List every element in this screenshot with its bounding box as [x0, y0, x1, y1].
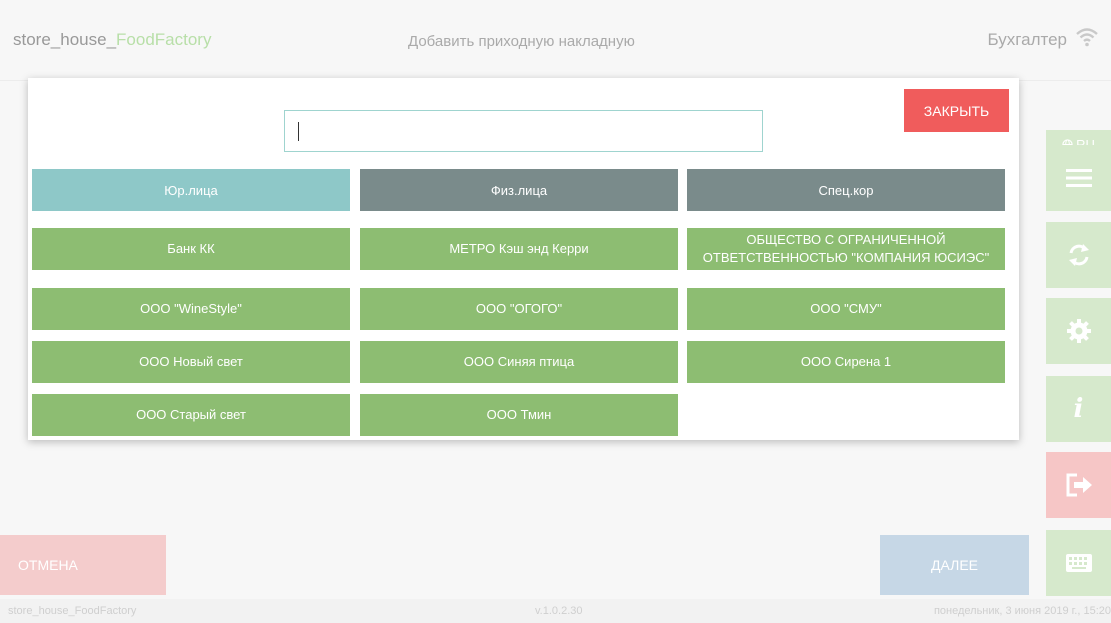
wifi-icon	[1076, 28, 1098, 47]
status-bar: store_house_FoodFactory v.1.0.2.30 понед…	[0, 599, 1111, 623]
close-button[interactable]: ЗАКРЫТЬ	[904, 89, 1009, 132]
settings-button[interactable]	[1046, 298, 1111, 364]
footer-app-name: store_house_FoodFactory	[8, 605, 137, 617]
user-role: Бухгалтер	[987, 30, 1068, 49]
supplier-picker-dialog: ЗАКРЫТЬ Юр.лица Физ.лица Спец.кор Банк К…	[28, 78, 1019, 440]
app-title-accent: FoodFactory	[116, 30, 212, 49]
company-item[interactable]: ООО "ОГОГО"	[360, 288, 678, 330]
company-item[interactable]: ООО Старый свет	[32, 394, 350, 436]
keyboard-icon	[1065, 554, 1092, 572]
screen-title: Добавить приходную накладную	[408, 33, 635, 50]
company-item[interactable]: ОБЩЕСТВО С ОГРАНИЧЕННОЙ ОТВЕТСТВЕННОСТЬЮ…	[687, 228, 1005, 270]
next-button[interactable]: ДАЛЕЕ	[880, 535, 1029, 595]
company-item[interactable]: ООО "СМУ"	[687, 288, 1005, 330]
company-item[interactable]: Банк КК	[32, 228, 350, 270]
tab-special-correspondent[interactable]: Спец.кор	[687, 169, 1005, 211]
company-item[interactable]: ООО Сирена 1	[687, 341, 1005, 383]
footer-datetime: понедельник, 3 июня 2019 г., 15:20	[933, 605, 1111, 617]
sync-icon	[1068, 244, 1089, 266]
company-item[interactable]: ООО "WineStyle"	[32, 288, 350, 330]
app-title-prefix: store_house_	[13, 30, 117, 49]
app-header: store_house_FoodFactory Добавить приходн…	[0, 0, 1111, 81]
gear-icon	[1066, 319, 1091, 343]
logout-icon	[1066, 473, 1092, 497]
company-item[interactable]: ООО Тмин	[360, 394, 678, 436]
menu-button[interactable]	[1046, 145, 1111, 211]
company-item[interactable]: ООО Новый свет	[32, 341, 350, 383]
footer-version: v.1.0.2.30	[535, 605, 583, 617]
logout-button[interactable]	[1046, 452, 1111, 518]
info-button[interactable]: i	[1046, 376, 1111, 442]
menu-icon	[1065, 169, 1092, 187]
info-icon: i	[1073, 394, 1084, 424]
company-item[interactable]: МЕТРО Кэш энд Керри	[360, 228, 678, 270]
app-title: store_house_FoodFactory	[13, 30, 211, 50]
cancel-button[interactable]: ОТМЕНА	[0, 535, 166, 595]
text-caret	[298, 122, 299, 141]
sync-button[interactable]	[1046, 222, 1111, 288]
search-input[interactable]	[284, 110, 763, 152]
keyboard-button[interactable]	[1046, 530, 1111, 596]
company-item[interactable]: ООО Синяя птица	[360, 341, 678, 383]
tab-legal-entities[interactable]: Юр.лица	[32, 169, 350, 211]
tab-individuals[interactable]: Физ.лица	[360, 169, 678, 211]
